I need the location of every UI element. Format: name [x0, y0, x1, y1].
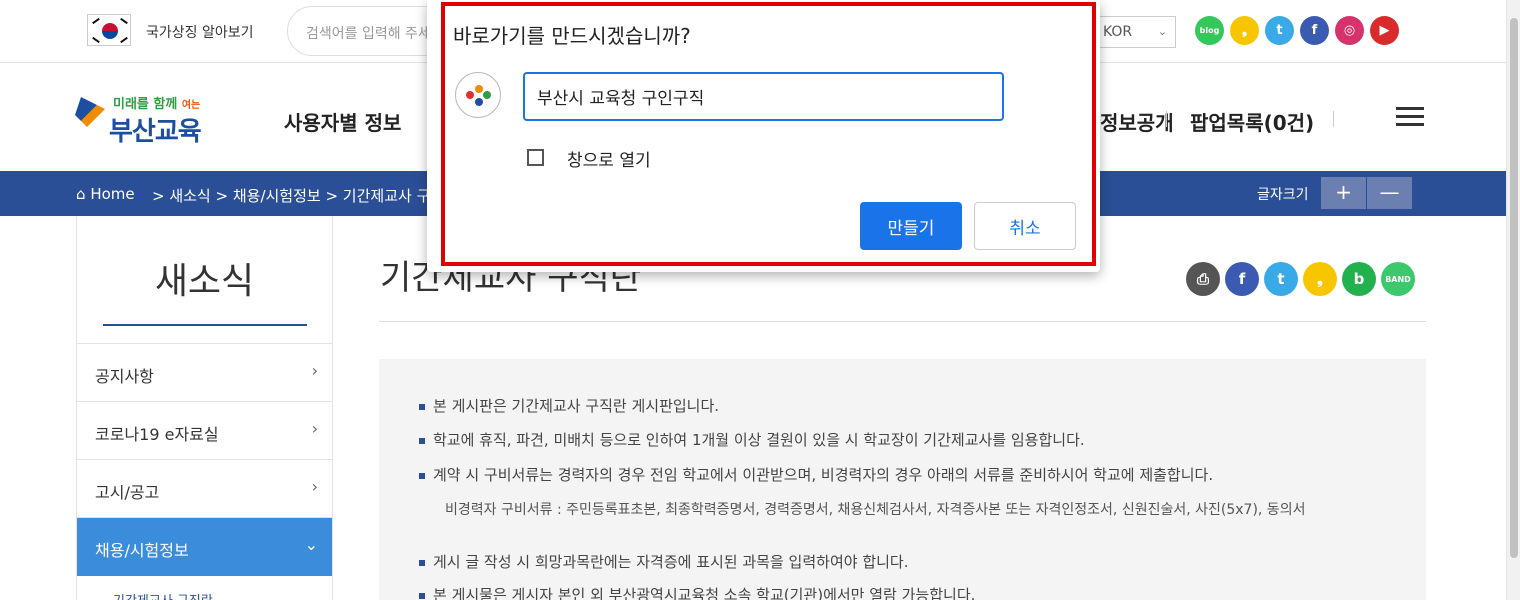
kakaostory-icon[interactable]: ❟ [1230, 16, 1259, 45]
chevron-right-icon: › [311, 477, 318, 496]
menu-icon[interactable] [1396, 107, 1424, 127]
sidebar-item-recruitment[interactable]: 채용/시험정보 ⌄ [77, 518, 332, 576]
dialog-title: 바로가기를 만드시겠습니까? [453, 24, 691, 48]
sidebar-subitem-jobseeker[interactable]: 기간제교사 구직란 [113, 590, 213, 600]
instagram-icon[interactable]: ◎ [1335, 16, 1364, 45]
facebook-icon[interactable]: f [1225, 262, 1259, 296]
twitter-icon[interactable]: t [1265, 16, 1294, 45]
notice-line: 학교에 휴직, 파견, 미배치 등으로 인하여 1개월 이상 결원이 있을 시 … [419, 429, 1085, 450]
nav-divider [1166, 111, 1167, 127]
notice-indent: 비경력자 구비서류 : 주민등록표초본, 최종학력증명서, 경력증명서, 채용신… [445, 502, 1306, 518]
logo-slogan: 미래를 함께 여는 [113, 97, 201, 112]
scrollbar-thumb[interactable] [1510, 18, 1518, 558]
font-increase-button[interactable]: + [1321, 177, 1366, 209]
blog-icon[interactable]: blog [1195, 16, 1224, 45]
nav-popup-list[interactable]: 팝업목록(0건) [1190, 107, 1314, 136]
facebook-icon[interactable]: f [1300, 16, 1329, 45]
chevron-right-icon: › [311, 419, 318, 438]
shortcut-name-input[interactable] [523, 72, 1004, 121]
cancel-button[interactable]: 취소 [974, 202, 1076, 250]
language-select[interactable]: KOR ⌄ [1094, 16, 1176, 48]
sidebar-item-notice[interactable]: 공지사항 › [77, 344, 332, 402]
sidebar-title: 새소식 [77, 216, 332, 344]
korea-flag-icon[interactable] [87, 14, 131, 46]
notice-box: 본 게시판은 기간제교사 구직란 게시판입니다. 학교에 휴직, 파견, 미배치… [379, 359, 1426, 600]
notice-line: 계약 시 구비서류는 경력자의 경우 전임 학교에서 이관받으며, 비경력자의 … [419, 464, 1213, 485]
page-scrollbar[interactable] [1506, 0, 1520, 600]
chevron-right-icon: › [311, 361, 318, 380]
language-value: KOR [1103, 24, 1133, 40]
font-decrease-button[interactable]: — [1367, 177, 1412, 209]
band-icon[interactable]: BAND [1381, 262, 1415, 296]
logo-name: 부산교육 [109, 117, 202, 147]
nav-user-info[interactable]: 사용자별 정보 [284, 107, 401, 136]
youtube-icon[interactable]: ▶ [1370, 16, 1399, 45]
nav-info-disclosure[interactable]: 정보공개 [1100, 107, 1174, 136]
share-buttons: ⎙ f t ❟ b BAND [1186, 262, 1415, 296]
chevron-down-icon: ⌄ [304, 535, 318, 554]
sidebar-item-covid[interactable]: 코로나19 e자료실 › [77, 402, 332, 460]
notice-line: 게시 글 작성 시 희망과목란에는 자격증에 표시된 과목을 입력하여야 합니다… [419, 551, 908, 572]
site-favicon-icon [455, 72, 501, 118]
twitter-icon[interactable]: t [1264, 262, 1298, 296]
open-as-window-checkbox[interactable] [527, 149, 544, 166]
kakaostory-icon[interactable]: ❟ [1303, 262, 1337, 296]
home-icon: ⌂ [76, 185, 86, 203]
sidebar: 새소식 공지사항› 코로나19 e자료실› 고시/공고› 채용/시험정보⌄ 기간… [76, 216, 333, 600]
title-divider [379, 321, 1426, 322]
search-placeholder: 검색어를 입력해 주세요 [306, 26, 444, 42]
national-symbol-link[interactable]: 국가상징 알아보기 [146, 22, 254, 42]
notice-line: 본 게시물은 게시자 본인 외 부산광역시교육청 소속 학교(기관)에서만 열람… [419, 584, 975, 600]
breadcrumb[interactable]: > 새소식 > 채용/시험정보 > 기간제교사 구직란 [152, 185, 458, 206]
site-logo[interactable]: 미래를 함께 여는 부산교육 [75, 91, 235, 147]
blog-icon[interactable]: b [1342, 262, 1376, 296]
create-shortcut-dialog: 바로가기를 만드시겠습니까? 창으로 열기 만들기 취소 [427, 0, 1100, 272]
create-button[interactable]: 만들기 [860, 202, 962, 250]
nav-divider [1333, 111, 1334, 127]
notice-line: 본 게시판은 기간제교사 구직란 게시판입니다. [419, 395, 719, 416]
chevron-down-icon: ⌄ [1157, 25, 1167, 38]
open-as-window-label[interactable]: 창으로 열기 [567, 146, 651, 171]
sns-links: blog ❟ t f ◎ ▶ [1195, 16, 1399, 45]
sidebar-item-announcements[interactable]: 고시/공고 › [77, 460, 332, 518]
font-size-label: 글자크기 [1257, 187, 1309, 203]
breadcrumb-home[interactable]: ⌂ Home [76, 185, 135, 203]
print-icon[interactable]: ⎙ [1186, 262, 1220, 296]
logo-mark-icon [75, 97, 105, 127]
